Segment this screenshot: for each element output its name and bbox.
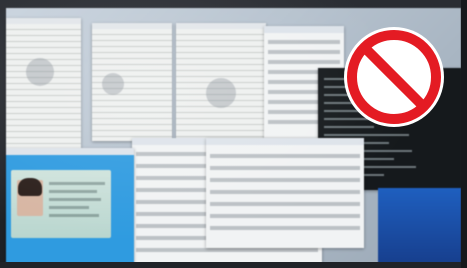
form-row (268, 40, 340, 44)
form-row (210, 178, 360, 182)
window-titlebar (92, 23, 172, 29)
form-window (206, 138, 364, 248)
window-titlebar (6, 148, 134, 155)
id-text-line (49, 198, 101, 201)
form-row (210, 214, 360, 218)
form-row (210, 190, 360, 194)
document-stamp (102, 73, 124, 95)
id-card-window (6, 148, 134, 263)
form-row (210, 154, 360, 158)
window-titlebar (176, 23, 266, 29)
id-text-line (49, 214, 99, 217)
id-text-line (49, 190, 97, 193)
window-titlebar (264, 26, 344, 33)
form-row (210, 202, 360, 206)
document-stamp (206, 78, 236, 108)
prohibited-icon (344, 27, 444, 127)
id-text-line (49, 206, 89, 209)
id-portrait-hair (18, 178, 42, 196)
scanned-document-window (176, 23, 266, 153)
id-text-line (49, 182, 105, 185)
terminal-line (324, 134, 409, 136)
form-row (210, 166, 360, 170)
desktop-background (378, 188, 461, 263)
scanned-document-window (92, 23, 172, 141)
form-row (210, 226, 360, 230)
window-titlebar (206, 138, 364, 145)
form-row (268, 60, 340, 64)
window-titlebar (6, 18, 81, 24)
form-row (136, 248, 318, 252)
scanned-document-window (6, 18, 81, 148)
monitor-photo (0, 0, 467, 268)
document-stamp (26, 58, 54, 86)
monitor-bezel-right (461, 0, 467, 268)
form-row (268, 50, 340, 54)
monitor-bezel-bottom (0, 262, 467, 268)
id-card (11, 170, 111, 238)
